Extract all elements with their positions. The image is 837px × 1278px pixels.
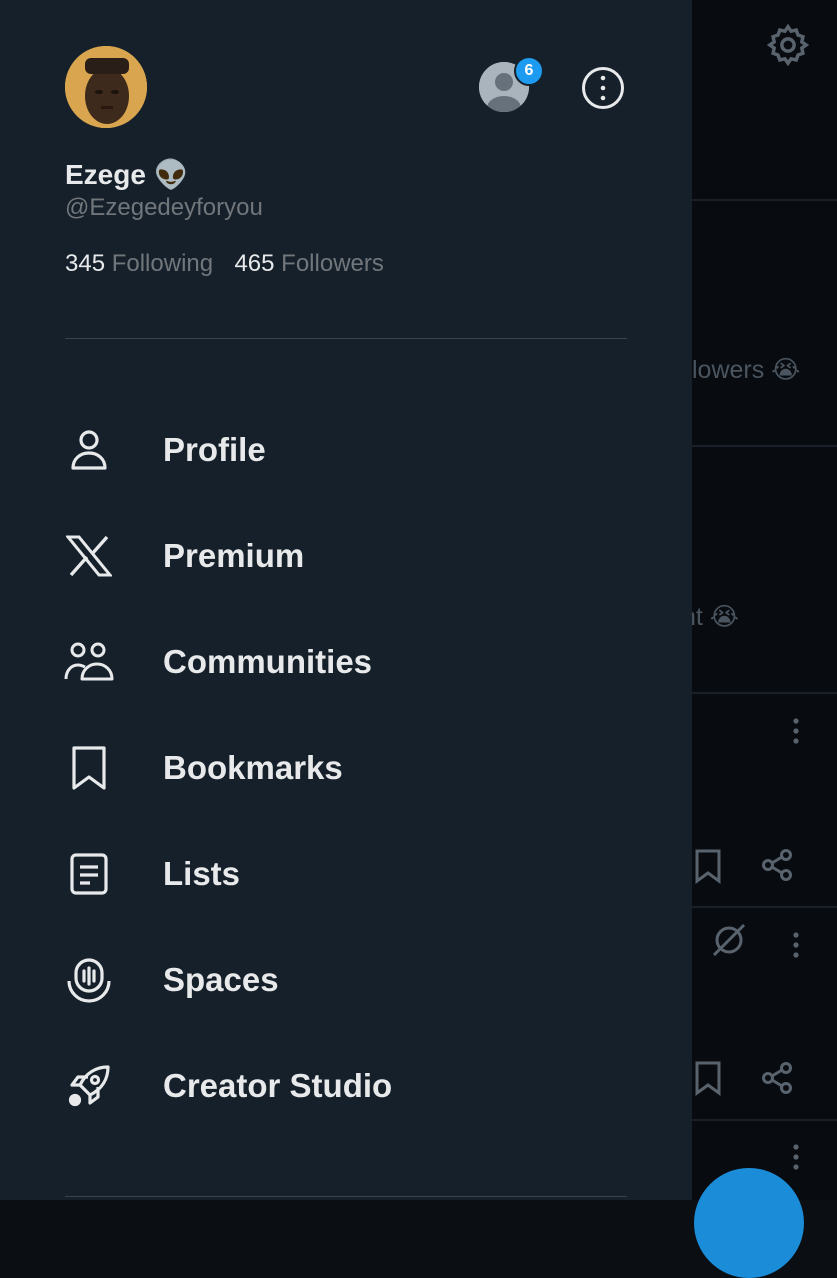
notification-badge: 6 [514, 56, 544, 86]
menu-label: Communities [163, 643, 373, 680]
bookmark-icon[interactable] [694, 848, 722, 884]
bookmark-icon [64, 743, 114, 793]
display-name: Ezege [65, 159, 146, 190]
avatar[interactable] [65, 46, 147, 128]
followers-label: Followers [281, 250, 384, 277]
communities-icon [64, 637, 114, 687]
person-icon [64, 425, 114, 475]
menu-label: Profile [163, 431, 266, 468]
followers-link[interactable]: 465 Followers [234, 250, 383, 277]
menu-item-communities[interactable]: Communities [0, 622, 692, 702]
tweet-text-snippet: nt 😭 [682, 603, 740, 631]
following-link[interactable]: 345 Following [65, 250, 220, 277]
more-options-icon[interactable] [580, 65, 626, 111]
divider [692, 199, 837, 201]
compose-fab[interactable] [694, 1168, 804, 1278]
menu-item-premium[interactable]: Premium [0, 516, 692, 596]
menu-label: Premium [163, 537, 305, 574]
navigation-drawer: 6 Ezege 👽 @Ezegedeyforyou 345 Following … [0, 0, 692, 1200]
divider [692, 906, 837, 908]
bookmark-icon[interactable] [694, 1060, 722, 1096]
rocket-icon [64, 1061, 114, 1111]
tweet-text-snippet: lowers 😭 [692, 356, 801, 384]
share-icon[interactable] [760, 848, 794, 882]
menu-label: Bookmarks [163, 749, 343, 786]
followers-count: 465 [234, 250, 275, 277]
following-count: 345 [65, 250, 106, 277]
following-label: Following [111, 250, 214, 277]
spaces-icon [64, 955, 114, 1005]
menu-label: Lists [163, 855, 241, 892]
settings-gear-icon[interactable] [765, 22, 811, 68]
menu-label: Creator Studio [163, 1067, 393, 1104]
menu-item-bookmarks[interactable]: Bookmarks [0, 728, 692, 808]
name-emoji: 👽 [153, 159, 189, 190]
menu-item-spaces[interactable]: Spaces [0, 940, 692, 1020]
divider [692, 445, 837, 447]
list-icon [64, 849, 114, 899]
divider [692, 1119, 837, 1121]
x-logo-icon [64, 531, 114, 581]
divider [692, 692, 837, 694]
more-vertical-icon[interactable] [785, 1142, 807, 1172]
menu-item-profile[interactable]: Profile [0, 410, 692, 490]
more-vertical-icon[interactable] [785, 930, 807, 960]
divider [65, 1196, 627, 1197]
follow-stats: 345 Following 465 Followers [65, 250, 384, 278]
profile-handle: @Ezegedeyforyou [65, 194, 263, 221]
share-icon[interactable] [760, 1061, 794, 1095]
divider [65, 338, 627, 339]
menu-item-creator-studio[interactable]: Creator Studio [0, 1046, 692, 1126]
more-vertical-icon[interactable] [785, 716, 807, 746]
menu-label: Spaces [163, 961, 279, 998]
profile-name[interactable]: Ezege 👽 [65, 158, 189, 191]
grok-icon[interactable] [710, 921, 748, 959]
menu-item-lists[interactable]: Lists [0, 834, 692, 914]
